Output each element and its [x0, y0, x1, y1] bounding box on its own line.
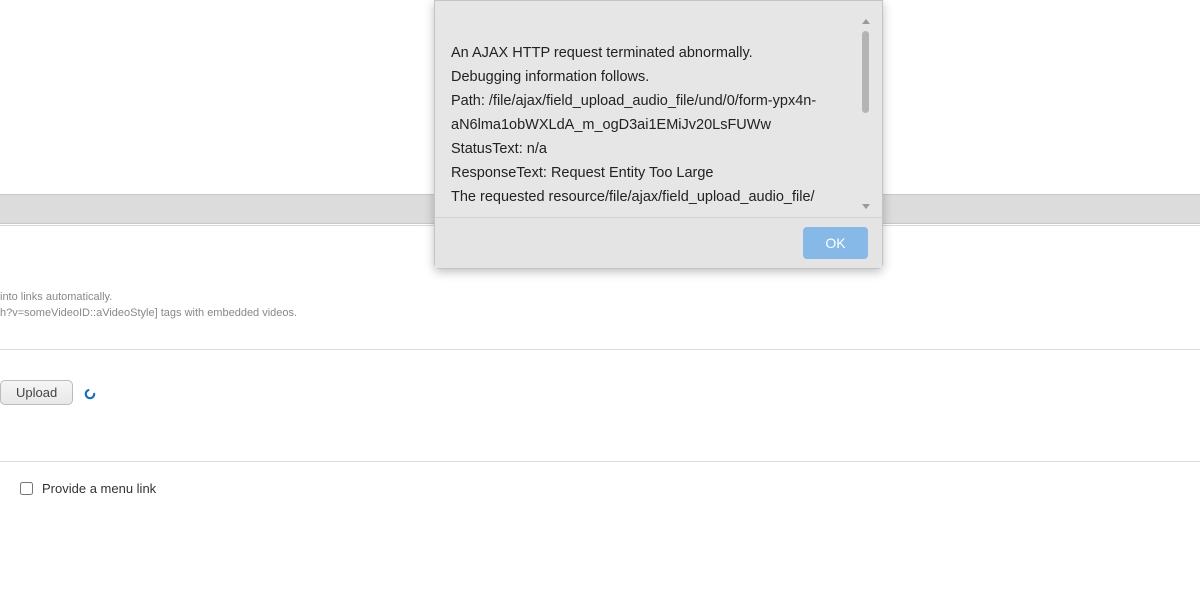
- scroll-thumb[interactable]: [862, 31, 869, 113]
- alert-dialog: An AJAX HTTP request terminated abnormal…: [434, 0, 883, 269]
- menu-link-label: Provide a menu link: [42, 481, 156, 496]
- help-text-line-1: into links automatically.: [0, 289, 112, 305]
- divider: [0, 349, 1200, 350]
- loading-spinner-icon: [84, 387, 96, 399]
- ok-button[interactable]: OK: [803, 227, 868, 259]
- help-text-line-2: h?v=someVideoID::aVideoStyle] tags with …: [0, 305, 297, 321]
- dialog-scrollbar[interactable]: [860, 1, 872, 217]
- menu-link-checkbox-row[interactable]: Provide a menu link: [20, 481, 156, 496]
- scroll-down-icon[interactable]: [862, 204, 870, 209]
- scroll-up-icon[interactable]: [862, 19, 870, 24]
- dialog-footer: OK: [435, 217, 882, 268]
- upload-button[interactable]: Upload: [0, 380, 73, 405]
- dialog-message: An AJAX HTTP request terminated abnormal…: [451, 1, 860, 217]
- menu-link-checkbox[interactable]: [20, 482, 33, 495]
- dialog-body: An AJAX HTTP request terminated abnormal…: [435, 1, 882, 217]
- divider: [0, 461, 1200, 462]
